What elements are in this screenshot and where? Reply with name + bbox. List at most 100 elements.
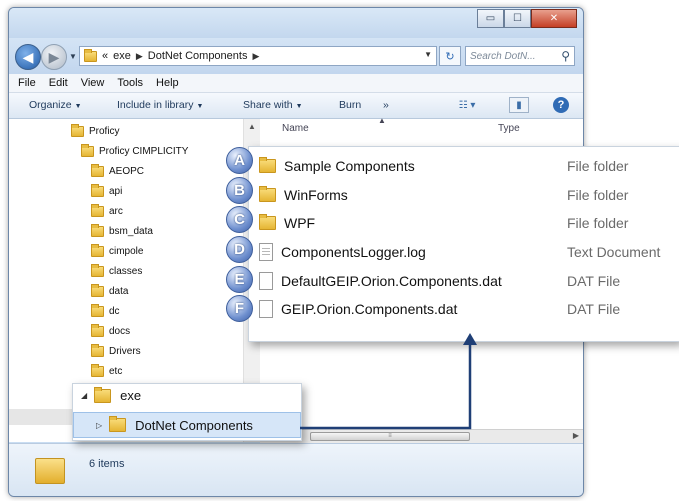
folder-icon [84, 48, 97, 62]
list-item[interactable]: WPF File folder [259, 211, 628, 235]
file-type: File folder [567, 187, 629, 203]
list-item[interactable]: GEIP.Orion.Components.dat DAT File [259, 297, 620, 321]
folder-icon [91, 163, 104, 177]
tree-item-folder[interactable]: data [91, 282, 128, 300]
address-row: ◀ ▶ ▼ « exe ▶ DotNet Components ▶ ▼ ↻ Se… [9, 38, 583, 74]
tree-item-folder[interactable]: docs [91, 322, 130, 340]
tree-item-exe[interactable]: ◢ exe [81, 386, 141, 403]
file-type: DAT File [567, 301, 621, 317]
menu-file[interactable]: File [18, 77, 36, 89]
address-dropdown-icon[interactable]: ▼ [424, 50, 432, 59]
back-button[interactable]: ◀ [15, 44, 41, 70]
tree-item-folder[interactable]: AEOPC [91, 162, 144, 180]
help-icon[interactable]: ? [553, 97, 569, 113]
folder-icon [91, 243, 104, 257]
tree-item-folder[interactable]: cimpole [91, 242, 143, 260]
folder-icon [91, 323, 104, 337]
file-list-scrollbar-horizontal[interactable]: ≡ ▶ [260, 429, 583, 444]
folder-icon [71, 123, 84, 137]
breadcrumb-exe[interactable]: exe [113, 50, 131, 62]
view-options-icon[interactable]: ☷ ▾ [457, 97, 477, 113]
item-count: 6 items [89, 458, 125, 470]
folder-icon [259, 214, 276, 230]
badge-e: E [226, 266, 253, 293]
folder-icon [91, 363, 104, 377]
refresh-button[interactable]: ↻ [439, 46, 461, 66]
tree-item-folder[interactable]: arc [91, 202, 123, 220]
folder-icon [91, 303, 104, 317]
burn-button[interactable]: Burn [339, 99, 361, 111]
folder-icon [109, 416, 127, 432]
close-button[interactable]: ✕ [531, 9, 577, 28]
folder-icon [81, 143, 94, 157]
scroll-thumb[interactable]: ≡ [310, 432, 470, 441]
search-placeholder: Search DotN... [470, 50, 536, 62]
address-overflow[interactable]: « [102, 50, 108, 62]
folder-icon [91, 223, 104, 237]
tree-item-dotnet-components[interactable]: ▷ DotNet Components [73, 412, 301, 438]
search-icon[interactable]: ⚲ [561, 49, 570, 63]
tree-item-proficy[interactable]: Proficy [71, 122, 120, 140]
folder-icon [91, 283, 104, 297]
preview-pane-icon[interactable]: ▮ [509, 97, 529, 113]
file-icon [259, 272, 273, 290]
maximize-button[interactable]: ☐ [504, 9, 531, 28]
share-with-button[interactable]: Share with ▼ [243, 99, 303, 111]
folder-icon [259, 186, 276, 202]
badge-a: A [226, 147, 253, 174]
menu-view[interactable]: View [81, 77, 105, 89]
command-bar: Organize ▼ Include in library ▼ Share with… [9, 93, 583, 119]
more-commands-button[interactable]: » [383, 99, 389, 111]
sort-indicator-icon: ▲ [378, 116, 386, 125]
list-item[interactable]: ComponentsLogger.log Text Document [259, 240, 660, 264]
file-list-callout: Sample Components File folder WinForms F… [248, 146, 679, 342]
folder-icon [94, 386, 112, 403]
file-type: File folder [567, 158, 629, 174]
file-type: Text Document [567, 244, 661, 260]
list-item[interactable]: WinForms File folder [259, 183, 628, 207]
menu-tools[interactable]: Tools [117, 77, 143, 89]
list-item[interactable]: DefaultGEIP.Orion.Components.dat DAT Fil… [259, 269, 620, 293]
expanded-arrow-icon[interactable]: ◢ [81, 391, 87, 400]
folder-icon [91, 343, 104, 357]
organize-button[interactable]: Organize ▼ [29, 99, 82, 111]
tree-item-folder[interactable]: Drivers [91, 342, 141, 360]
file-icon [259, 300, 273, 318]
recent-pages-dropdown[interactable]: ▼ [69, 52, 77, 61]
list-item[interactable]: Sample Components File folder [259, 154, 628, 178]
menu-edit[interactable]: Edit [49, 77, 68, 89]
forward-button[interactable]: ▶ [41, 44, 67, 70]
tree-callout: ◢ exe ▷ DotNet Components [72, 383, 302, 441]
folder-icon [35, 458, 65, 484]
folder-icon [91, 263, 104, 277]
address-bar[interactable]: « exe ▶ DotNet Components ▶ ▼ [79, 46, 437, 66]
scroll-up-icon[interactable]: ▲ [248, 122, 256, 131]
tree-item-folder[interactable]: etc [91, 362, 122, 380]
column-header-name[interactable]: Name [282, 123, 309, 134]
breadcrumb-dotnet-components[interactable]: DotNet Components [148, 50, 248, 62]
tree-item-folder[interactable]: bsm_data [91, 222, 153, 240]
search-input[interactable]: Search DotN... ⚲ [465, 46, 575, 66]
tree-item-folder[interactable]: classes [91, 262, 142, 280]
badge-f: F [226, 295, 253, 322]
folder-icon [91, 203, 104, 217]
scroll-right-icon[interactable]: ▶ [573, 431, 579, 440]
tree-item-folder[interactable]: dc [91, 302, 120, 320]
badge-b: B [226, 177, 253, 204]
menu-help[interactable]: Help [156, 77, 179, 89]
breadcrumb-separator-icon[interactable]: ▶ [252, 51, 259, 62]
file-type: File folder [567, 215, 629, 231]
minimize-button[interactable]: ▭ [477, 9, 504, 28]
file-type: DAT File [567, 273, 621, 289]
collapsed-arrow-icon[interactable]: ▷ [96, 421, 102, 430]
tree-item-proficy-cimplicity[interactable]: Proficy CIMPLICITY [81, 142, 188, 160]
badge-d: D [226, 236, 253, 263]
breadcrumb-separator-icon[interactable]: ▶ [136, 51, 143, 62]
include-in-library-button[interactable]: Include in library ▼ [117, 99, 203, 111]
tree-item-folder[interactable]: api [91, 182, 122, 200]
folder-icon [259, 157, 276, 173]
badge-c: C [226, 206, 253, 233]
text-document-icon [259, 243, 273, 261]
title-bar: ▭ ☐ ✕ [9, 8, 583, 38]
column-header-type[interactable]: Type [498, 123, 520, 134]
